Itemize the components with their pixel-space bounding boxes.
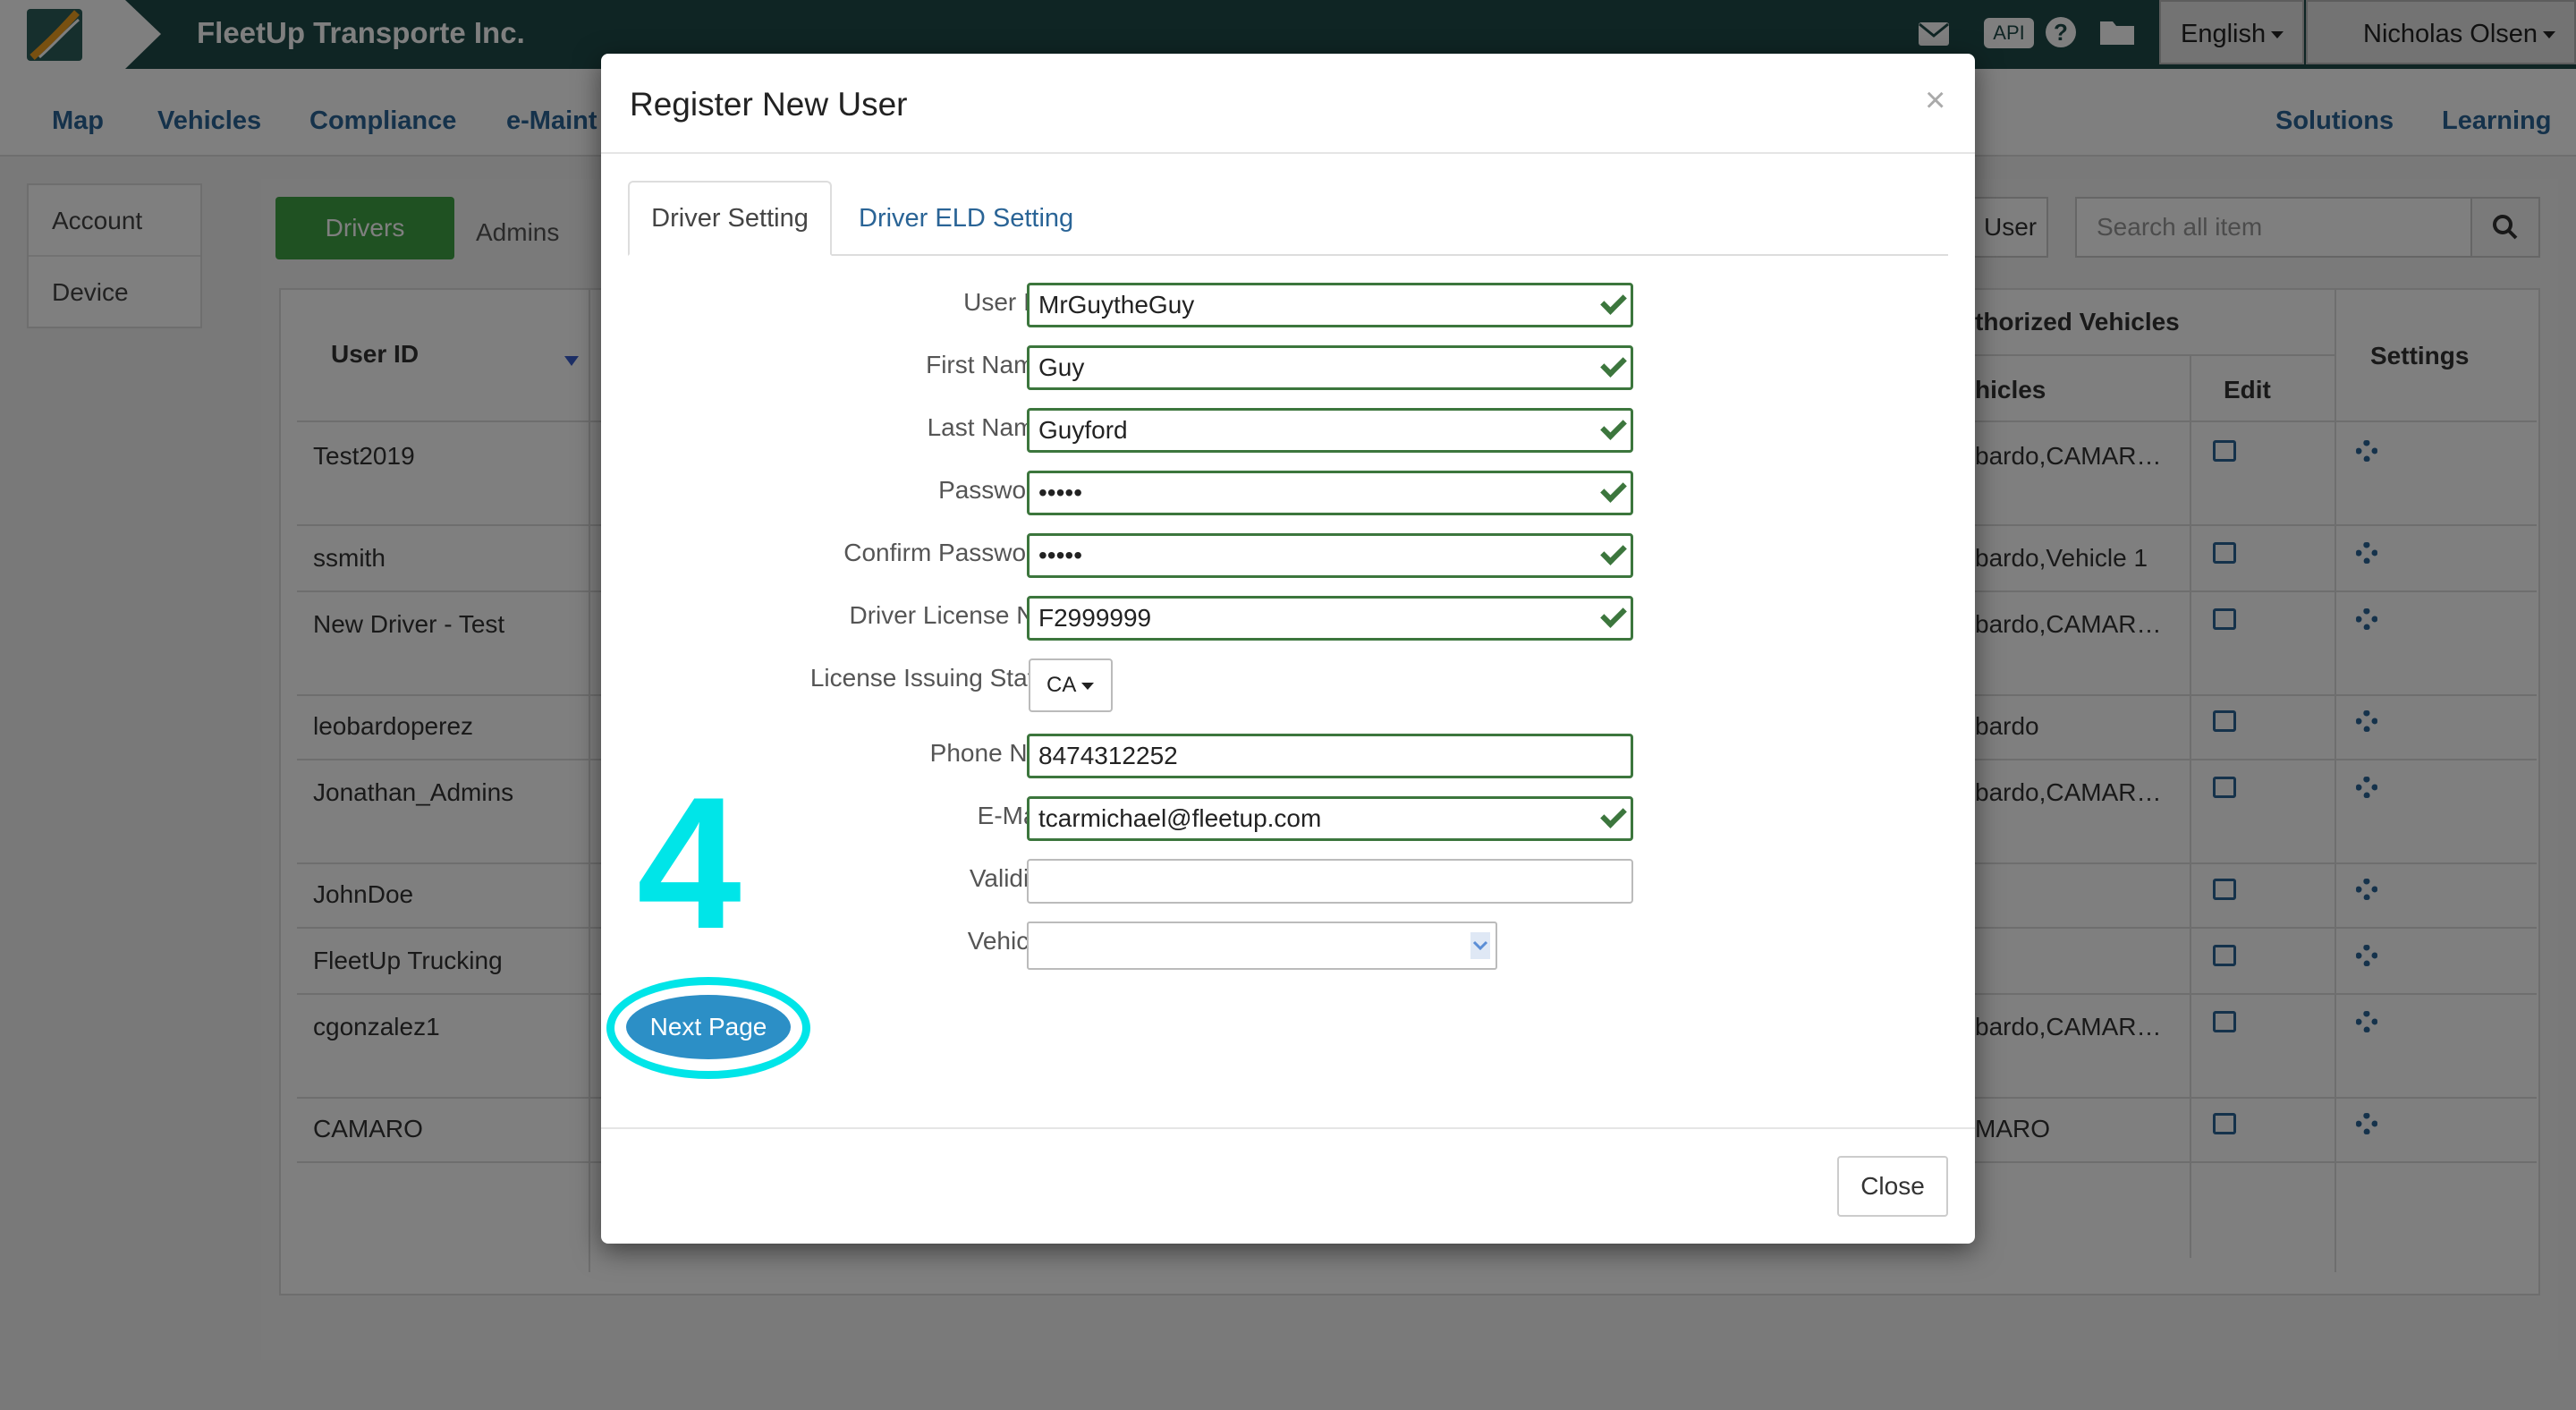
register-user-modal: Register New User × Driver Setting Drive…	[601, 54, 1975, 1244]
checkmark-icon	[1600, 601, 1627, 628]
last-name-field[interactable]: Guyford	[1027, 408, 1633, 453]
chevron-down-icon	[1081, 682, 1095, 690]
user-id-label: User ID	[963, 288, 1048, 316]
checkmark-icon	[1600, 539, 1627, 565]
phone-field[interactable]: 8474312252	[1027, 734, 1633, 778]
license-no-label: Driver License No	[849, 601, 1048, 629]
confirm-password-field[interactable]: •••••	[1027, 533, 1633, 578]
checkmark-icon	[1600, 288, 1627, 315]
confirm-password-value: •••••	[1038, 541, 1083, 569]
tab-driver-eld-setting[interactable]: Driver ELD Setting	[859, 204, 1073, 234]
phone-value: 8474312252	[1038, 742, 1178, 769]
email-field[interactable]: tcarmichael@fleetup.com	[1027, 796, 1633, 841]
divider	[601, 1127, 1975, 1129]
checkmark-icon	[1600, 476, 1627, 503]
email-value: tcarmichael@fleetup.com	[1038, 804, 1322, 832]
vehicle-select[interactable]	[1027, 922, 1497, 970]
license-no-value: F2999999	[1038, 604, 1152, 632]
divider	[601, 152, 1975, 154]
license-state-label: License Issuing State	[809, 664, 1048, 692]
license-state-select[interactable]: CA	[1029, 658, 1113, 712]
modal-title: Register New User	[630, 86, 908, 123]
last-name-value: Guyford	[1038, 416, 1128, 444]
first-name-value: Guy	[1038, 353, 1085, 381]
confirm-password-label: Confirm Password	[843, 539, 1048, 566]
password-label: Password	[938, 476, 1048, 504]
validity-field[interactable]	[1027, 859, 1633, 904]
first-name-field[interactable]: Guy	[1027, 345, 1633, 390]
first-name-label: First Name	[926, 351, 1048, 378]
last-name-label: Last Name	[927, 413, 1048, 441]
chevron-down-icon	[1470, 932, 1490, 959]
checkmark-icon	[1600, 802, 1627, 828]
checkmark-icon	[1600, 351, 1627, 378]
step-annotation: 4	[637, 758, 741, 968]
user-id-field[interactable]: MrGuytheGuy	[1027, 283, 1633, 327]
next-page-button[interactable]: Next Page	[626, 995, 791, 1059]
license-no-field[interactable]: F2999999	[1027, 596, 1633, 641]
license-state-value: CA	[1046, 673, 1077, 697]
close-icon[interactable]: ×	[1925, 81, 1945, 121]
password-value: •••••	[1038, 479, 1083, 506]
user-id-value: MrGuytheGuy	[1038, 291, 1195, 319]
close-button[interactable]: Close	[1837, 1156, 1948, 1217]
password-field[interactable]: •••••	[1027, 471, 1633, 515]
checkmark-icon	[1600, 413, 1627, 440]
tab-driver-setting[interactable]: Driver Setting	[628, 181, 832, 256]
